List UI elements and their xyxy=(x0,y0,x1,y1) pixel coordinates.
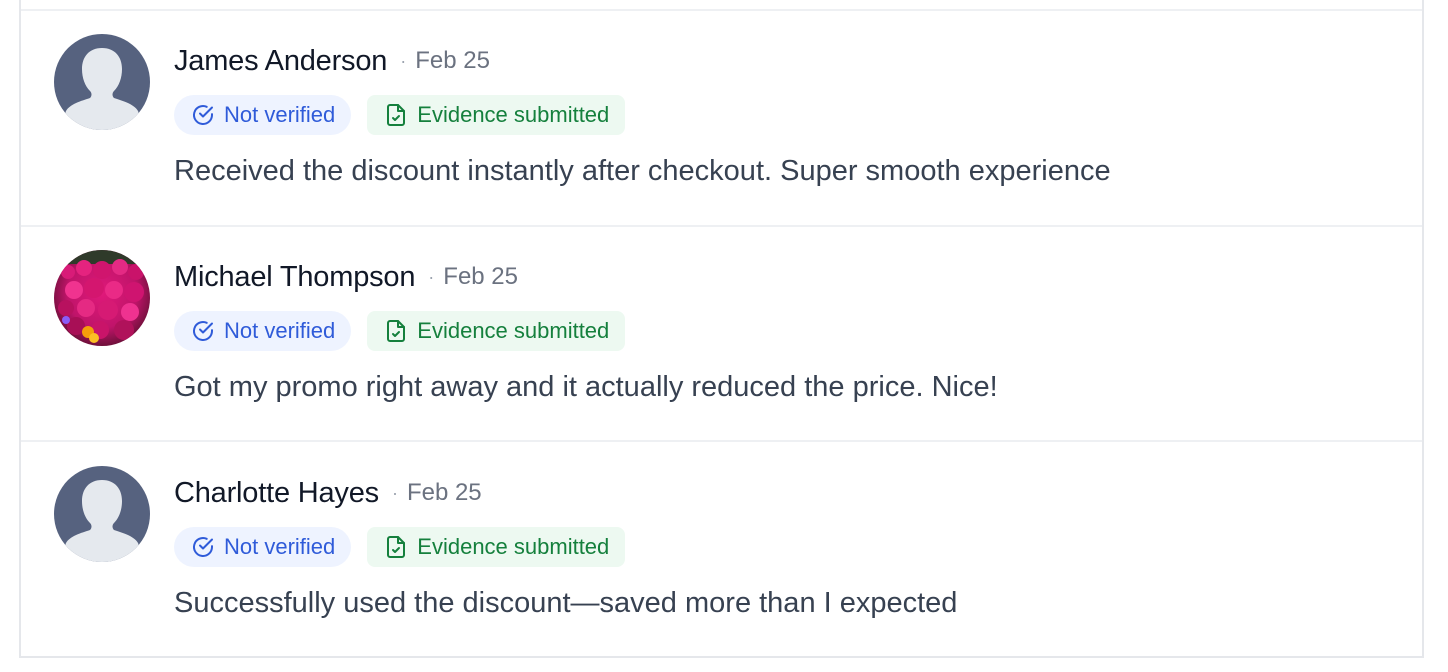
reviewer-name[interactable]: Michael Thompson xyxy=(174,261,415,294)
file-check-icon xyxy=(383,318,409,344)
badge-row: Not verified Evidence submitted xyxy=(174,527,626,567)
evidence-label: Evidence submitted xyxy=(417,102,610,127)
review-date: Feb 25 xyxy=(443,263,518,290)
badge-row: Not verified Evidence submitted xyxy=(174,95,626,135)
review-header: Charlotte Hayes · Feb 25 xyxy=(174,473,482,513)
evidence-label: Evidence submitted xyxy=(417,534,610,559)
separator-dot: · xyxy=(428,266,435,287)
review-item: Michael Thompson · Feb 25 Not verified E… xyxy=(21,227,1422,442)
user-silhouette-icon xyxy=(54,466,150,562)
not-verified-badge[interactable]: Not verified xyxy=(174,527,352,567)
evidence-label: Evidence submitted xyxy=(417,318,610,343)
separator-dot: · xyxy=(400,50,407,71)
avatar-default[interactable] xyxy=(54,466,150,562)
check-circle-icon xyxy=(190,534,216,560)
file-check-icon xyxy=(383,102,409,128)
flower-photo-image xyxy=(54,250,150,346)
file-check-icon xyxy=(383,534,409,560)
reviewer-name[interactable]: James Anderson xyxy=(174,45,387,78)
verification-label: Not verified xyxy=(224,102,336,127)
not-verified-badge[interactable]: Not verified xyxy=(174,95,352,135)
not-verified-badge[interactable]: Not verified xyxy=(174,311,352,351)
review-text: Received the discount instantly after ch… xyxy=(174,155,1111,187)
review-text: Successfully used the discount—saved mor… xyxy=(174,587,958,619)
evidence-submitted-badge[interactable]: Evidence submitted xyxy=(367,95,626,135)
review-item: James Anderson · Feb 25 Not verified Evi… xyxy=(21,11,1422,226)
verification-label: Not verified xyxy=(224,318,336,343)
user-silhouette-icon xyxy=(54,34,150,130)
review-date: Feb 25 xyxy=(406,479,482,506)
review-header: Michael Thompson · Feb 25 xyxy=(174,257,518,297)
review-header: James Anderson · Feb 25 xyxy=(174,41,490,81)
evidence-submitted-badge[interactable]: Evidence submitted xyxy=(367,527,626,567)
evidence-submitted-badge[interactable]: Evidence submitted xyxy=(367,311,626,351)
avatar-photo[interactable] xyxy=(54,250,150,346)
check-circle-icon xyxy=(190,318,216,344)
reviewer-name[interactable]: Charlotte Hayes xyxy=(174,477,379,510)
avatar-default[interactable] xyxy=(54,34,150,130)
separator-dot: · xyxy=(391,482,398,503)
review-item: Charlotte Hayes · Feb 25 Not verified Ev… xyxy=(21,443,1422,658)
divider xyxy=(21,440,1422,442)
badge-row: Not verified Evidence submitted xyxy=(174,311,626,351)
verification-label: Not verified xyxy=(224,534,336,559)
reviews-panel: James Anderson · Feb 25 Not verified Evi… xyxy=(19,0,1424,658)
review-text: Got my promo right away and it actually … xyxy=(174,371,998,403)
review-date: Feb 25 xyxy=(415,47,490,74)
check-circle-icon xyxy=(190,102,216,128)
